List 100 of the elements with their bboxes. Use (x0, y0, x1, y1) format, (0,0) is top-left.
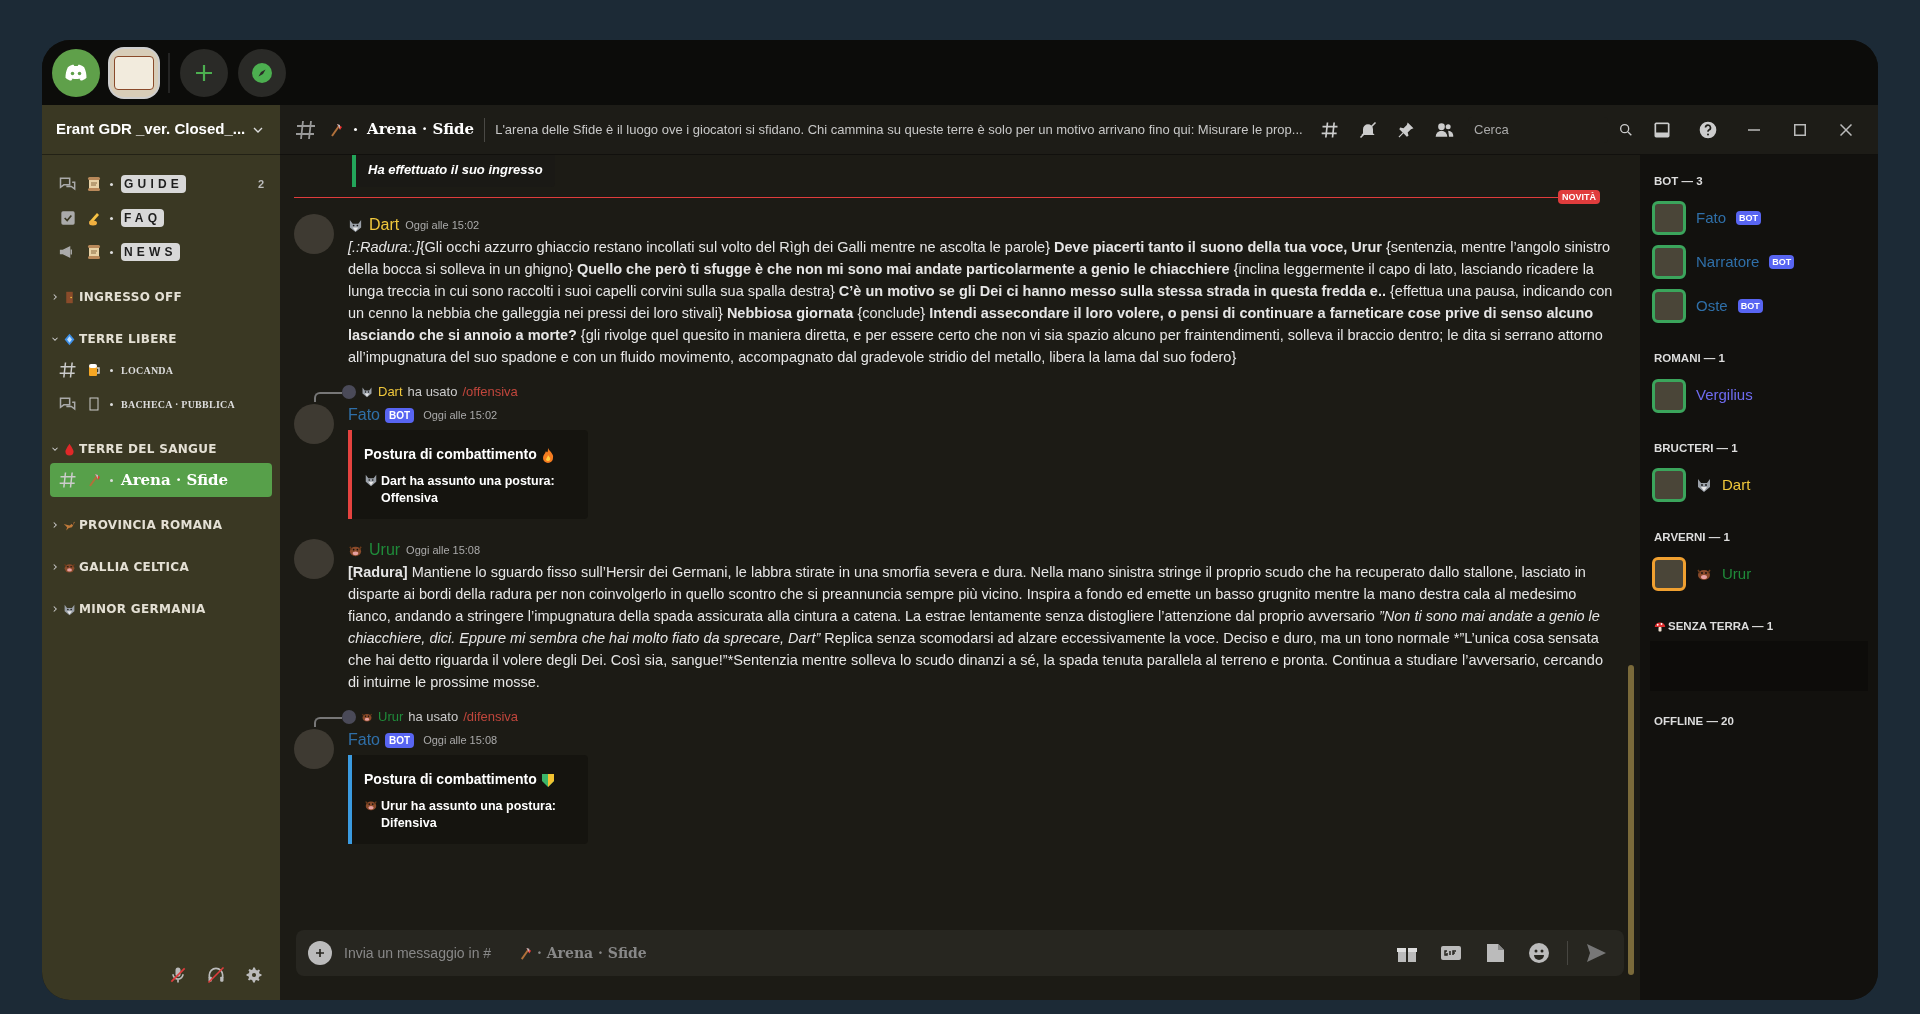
message-input-field[interactable]: Invia un messaggio in # (344, 942, 514, 964)
reply-connector (314, 392, 342, 402)
category-header[interactable]: TERRE DEL SANGUE (50, 435, 272, 463)
member-item[interactable]: Oste BOT (1652, 284, 1864, 329)
minimize-icon (1748, 128, 1760, 131)
scroll-icon (86, 244, 102, 260)
unread-count: 2 (257, 176, 264, 192)
microphone-icon (168, 965, 188, 985)
message-text: [Radura] Mantiene lo sguardo fisso sull’Hersir dei Germani, le labbra stirate in una smorfia severa e dura. Nella mano sinistra stringe il proprio scudo che ha recuperato dallo stallone, lasciato in disparte ai bordi della radura per non coinvolgerlo in quello scontro che si preannuncia sempre più vicino. Inspira a fondo ed emette un basso grugnito mentre la mano destra cala al medesimo fianco, andando a stringere l’impugnatura della spada assicurata alla cintura a catena. La estrae lentamente senza distogliere l’attenzione dal proprio avversario ”Non ti sono mai andate a genio le chiacchiere, dici. Eppure mi sembra che hai molto fiato da sprecare, Dart” Replica senza scomodarsi ad alzare eccessivamente la voce. Deciso e duro, ma un tono normale *”L’unica cosa sensata che hai detto riguarda il volere degli Dei. Così sia, sangue!”*Sentenzia mentre solleva lo scudo dinanzi a sé, la spada tenuta parallela al terreno e pronta. Continua a studiare l’avversario, cercando di intuirne le prossime mosse. (348, 563, 1604, 692)
headphones-icon (206, 965, 226, 985)
timestamp: Oggi alle 15:08 (406, 542, 481, 558)
server-icon[interactable] (110, 48, 158, 97)
member-item[interactable]: Fato BOT (1652, 196, 1864, 241)
reply-author[interactable]: Dart (378, 382, 403, 402)
group-header: ROMANI — 1 (1654, 351, 1725, 367)
door-icon (63, 290, 76, 304)
member-item[interactable]: Vergilius (1652, 373, 1864, 418)
timestamp: Oggi alle 15:08 (423, 732, 498, 748)
bot-tag: BOT (1737, 299, 1763, 314)
reply-action: ha usato (408, 708, 459, 727)
member-item[interactable]: Narratore BOT (1652, 240, 1864, 285)
category-header[interactable]: PROVINCIA ROMANA (50, 511, 272, 539)
smiley-icon (1527, 941, 1551, 965)
empty-box-icon (86, 396, 102, 412)
timestamp: Oggi alle 15:02 (405, 217, 480, 233)
hashtag-icon (58, 470, 78, 490)
slash-command[interactable]: /offensiva (462, 382, 518, 402)
channel-title: Arena · Sfide (367, 119, 475, 141)
channel-item[interactable]: LOCANDA (50, 353, 272, 387)
settings-icon (244, 965, 264, 985)
avatar (294, 404, 334, 444)
shield-icon (539, 771, 556, 788)
axe-icon (518, 945, 533, 961)
dot-separator (110, 478, 113, 482)
channel-item[interactable]: FAQ (50, 201, 272, 235)
home-button[interactable] (52, 48, 100, 97)
bot-tag: BOT (385, 732, 415, 748)
embed-title: Postura di combattimento (364, 770, 537, 789)
bot-tag: BOT (1736, 211, 1761, 226)
member-name: Urur (1722, 563, 1752, 584)
embed-title: Postura di combattimento (364, 445, 537, 464)
category-header[interactable]: TERRE LIBERE (50, 325, 272, 353)
avatar (294, 214, 334, 254)
embed-text: Ha effettuato il suo ingresso (368, 162, 543, 177)
add-server-button[interactable] (180, 48, 228, 97)
group-header: OFFLINE — 20 (1654, 714, 1734, 730)
blood-drop-icon (63, 442, 76, 456)
reply-action: ha usato (407, 383, 458, 402)
axe-icon (328, 121, 344, 138)
group-header: BOT — 3 (1654, 174, 1703, 189)
author-name[interactable]: Dart (369, 213, 400, 237)
message-text: [.:Radura:.]{Gli occhi azzurro ghiaccio restano incollati sul volto del Rìgh dei Galli mentre ne ascolta le parole} Deve piacerti tanto il suono della tua voce, Urur {sentenzia, mentre l’angolo sinistro della bocca si solleva in un ghigno} Quello che però ti sfugge è che non mi sono mai andate particolarmente a genio le chiacchiere {inclina leggermente il capo di lato, lasciando ricadere la lunga treccia in cui sono raccolti i suoi capelli corvini sulla sua spalla destra} C’è un motivo se gli Dei ci hanno messo sulla stessa strada in questa fredda e.. {effettua una pausa, indicando con un cenno la nebbia che galleggia nei pressi dei loro stivali} Nebbiosa giornata {conclude} Intendi assecondare il loro volere, o pensi di continuare a farneticare cose prive di senso alcuno lasciando che si annoio a morte? {gli rivolge quel quesito in maniera diretta, e per essere certo che non vi sia spazio alcuno per fraintendimenti, solleva il braccio dentro; le dita si serrano attorno all’impugnatura del suo spadone e con un fluido movimento, accompagnato dal gradevole stridio del metallo, libera la lama dal suo fodero} (348, 238, 1614, 367)
dot-separator (354, 128, 357, 131)
wolf-icon (364, 473, 378, 487)
boar-icon (364, 798, 378, 812)
attach-button[interactable] (308, 941, 332, 965)
send-icon (1584, 941, 1608, 965)
category-header[interactable]: MINOR GERMANIA (50, 595, 272, 623)
member-name: Narratore (1696, 252, 1760, 272)
search-icon[interactable] (1618, 121, 1634, 138)
reply-author[interactable]: Urur (378, 707, 404, 727)
mushroom-icon (1654, 620, 1666, 633)
dot-separator (110, 368, 113, 372)
group-header: BRUCTERI — 1 (1654, 440, 1738, 456)
beer-mug-icon (86, 362, 102, 378)
hand-writing-icon (86, 210, 102, 226)
category-header[interactable]: INGRESSO OFF (50, 283, 272, 311)
channel-item[interactable]: GUIDE 2 (50, 167, 272, 201)
member-name: Vergilius (1696, 385, 1753, 406)
gem-icon (63, 332, 76, 346)
explore-button[interactable] (238, 48, 286, 97)
dot-separator (110, 402, 113, 406)
maximize-icon (1794, 123, 1806, 136)
checkbox-icon (58, 208, 78, 228)
channel-item[interactable]: BACHECA · PUBBLICA (50, 387, 272, 421)
group-header: SENZA TERRA — 1 (1668, 619, 1774, 634)
member-name: Fato (1696, 208, 1726, 228)
member-item[interactable]: Urur (1652, 552, 1864, 596)
bot-tag: BOT (1769, 255, 1795, 270)
scrollbar-thumb[interactable] (1628, 665, 1634, 975)
boar-icon (361, 711, 373, 723)
close-icon (1840, 123, 1852, 136)
dot-separator (110, 250, 113, 254)
category-header[interactable]: GALLIA CELTICA (50, 553, 272, 581)
member-name: Dart (1722, 474, 1751, 495)
author-name[interactable]: Urur (369, 538, 401, 562)
avatar (294, 729, 334, 769)
server-logo-image (114, 55, 154, 90)
threads-icon (1320, 119, 1340, 140)
server-name: Erant GDR _ver. Closed_... (56, 119, 246, 140)
member-item[interactable]: Dart (1652, 462, 1864, 507)
hashtag-icon (58, 360, 78, 380)
embed-text: Dart ha assunto una postura: Offensiva (381, 473, 556, 507)
wolf-icon (361, 386, 373, 398)
new-label: NOVITÀ (1558, 190, 1600, 204)
embed-text: Urur ha assunto una postura: Difensiva (381, 798, 558, 832)
dot-separator (110, 182, 113, 186)
dot-separator (110, 216, 113, 220)
avatar (342, 385, 356, 399)
channel-item[interactable]: NEWS (50, 235, 272, 269)
